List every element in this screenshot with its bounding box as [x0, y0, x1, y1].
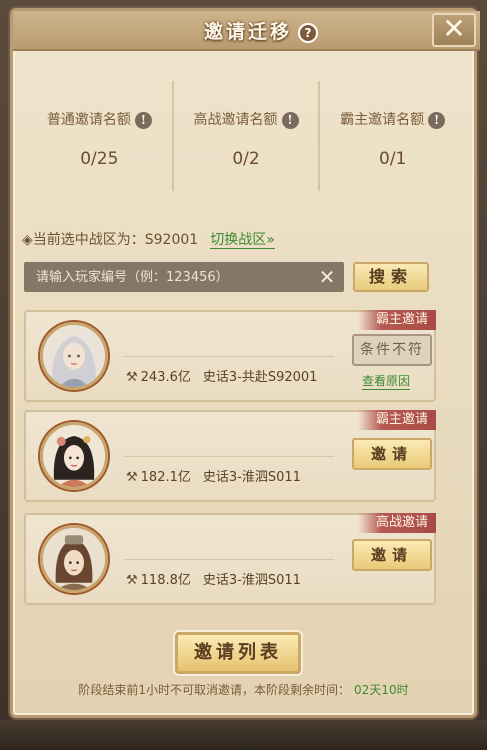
server-name: 史话3-淮泗S011 [202, 573, 301, 588]
invite-type-tag: 霸主邀请 [357, 410, 436, 430]
condition-unmet-button: 条件不符 [352, 334, 432, 366]
title-bar: 邀请迁移 ? ✕ [13, 11, 480, 51]
stage-note: 阶段结束前1小时不可取消邀请，本阶段剩余时间： 02天10时 [0, 681, 487, 698]
search-button[interactable]: 搜索 [353, 262, 429, 292]
power-hammer-icon: ⚒ [126, 573, 138, 588]
clear-icon[interactable]: ✕ [316, 264, 338, 290]
invite-button[interactable]: 邀请 [352, 539, 432, 571]
quota-highpower-value: 0/2 [232, 149, 260, 169]
power-hammer-icon: ⚒ [126, 370, 138, 385]
white-haired-character-portrait [43, 325, 105, 387]
divider [124, 559, 334, 560]
current-zone-label: ◈当前选中战区为：S92001 [22, 232, 199, 248]
stage-note-text: 阶段结束前1小时不可取消邀请，本阶段剩余时间： [78, 683, 351, 697]
divider [124, 356, 334, 357]
quota-normal-label: 普通邀请名额 [46, 112, 131, 128]
power-value: 182.1亿 [140, 470, 191, 485]
invite-type-tag: 高战邀请 [357, 513, 436, 533]
quota-highpower-label: 高战邀请名额 [193, 112, 278, 128]
server-name: 史话3-淮泗S011 [202, 470, 301, 485]
player-card: ⚒ 243.6亿 史话3-共赴S92001 霸主邀请 条件不符 查看原因 [24, 310, 436, 402]
player-id-input[interactable] [24, 262, 314, 292]
quota-overlord-value: 0/1 [379, 149, 407, 169]
power-value: 243.6亿 [140, 370, 191, 385]
divider [124, 456, 334, 457]
switch-zone-link[interactable]: 切换战区» [210, 232, 275, 249]
help-icon[interactable]: ? [298, 23, 318, 43]
player-card: ⚒ 182.1亿 史话3-淮泗S011 霸主邀请 邀请 [24, 410, 436, 502]
dark-haired-lady-portrait [43, 425, 105, 487]
zone-row: ◈当前选中战区为：S92001 切换战区» [22, 229, 275, 249]
info-icon[interactable]: ! [428, 111, 446, 129]
quota-normal-value: 0/25 [80, 149, 119, 169]
quota-highpower: 高战邀请名额! 0/2 [171, 81, 319, 191]
power-value: 118.8亿 [140, 573, 191, 588]
quota-overlord: 霸主邀请名额! 0/1 [318, 81, 465, 191]
bottom-strip [0, 720, 487, 750]
quota-overlord-label: 霸主邀请名额 [340, 112, 425, 128]
quota-summary: 普通邀请名额! 0/25 高战邀请名额! 0/2 霸主邀请名额! 0/1 [27, 81, 465, 191]
close-button[interactable]: ✕ [432, 13, 476, 47]
invite-button[interactable]: 邀请 [352, 438, 432, 470]
avatar[interactable] [40, 422, 108, 490]
time-remaining: 02天10时 [354, 683, 409, 697]
young-warrior-portrait [43, 528, 105, 590]
player-card: ⚒ 118.8亿 史话3-淮泗S011 高战邀请 邀请 [24, 513, 436, 605]
info-icon[interactable]: ! [281, 111, 299, 129]
invite-list-button[interactable]: 邀请列表 [175, 632, 301, 674]
server-name: 史话3-共赴S92001 [202, 370, 318, 385]
view-reason-link[interactable]: 查看原因 [362, 372, 411, 390]
avatar[interactable] [40, 525, 108, 593]
info-icon[interactable]: ! [134, 111, 152, 129]
quota-normal: 普通邀请名额! 0/25 [27, 81, 172, 191]
power-hammer-icon: ⚒ [126, 470, 138, 485]
invite-type-tag: 霸主邀请 [357, 310, 436, 330]
avatar[interactable] [40, 322, 108, 390]
search-box: ✕ [24, 262, 344, 292]
